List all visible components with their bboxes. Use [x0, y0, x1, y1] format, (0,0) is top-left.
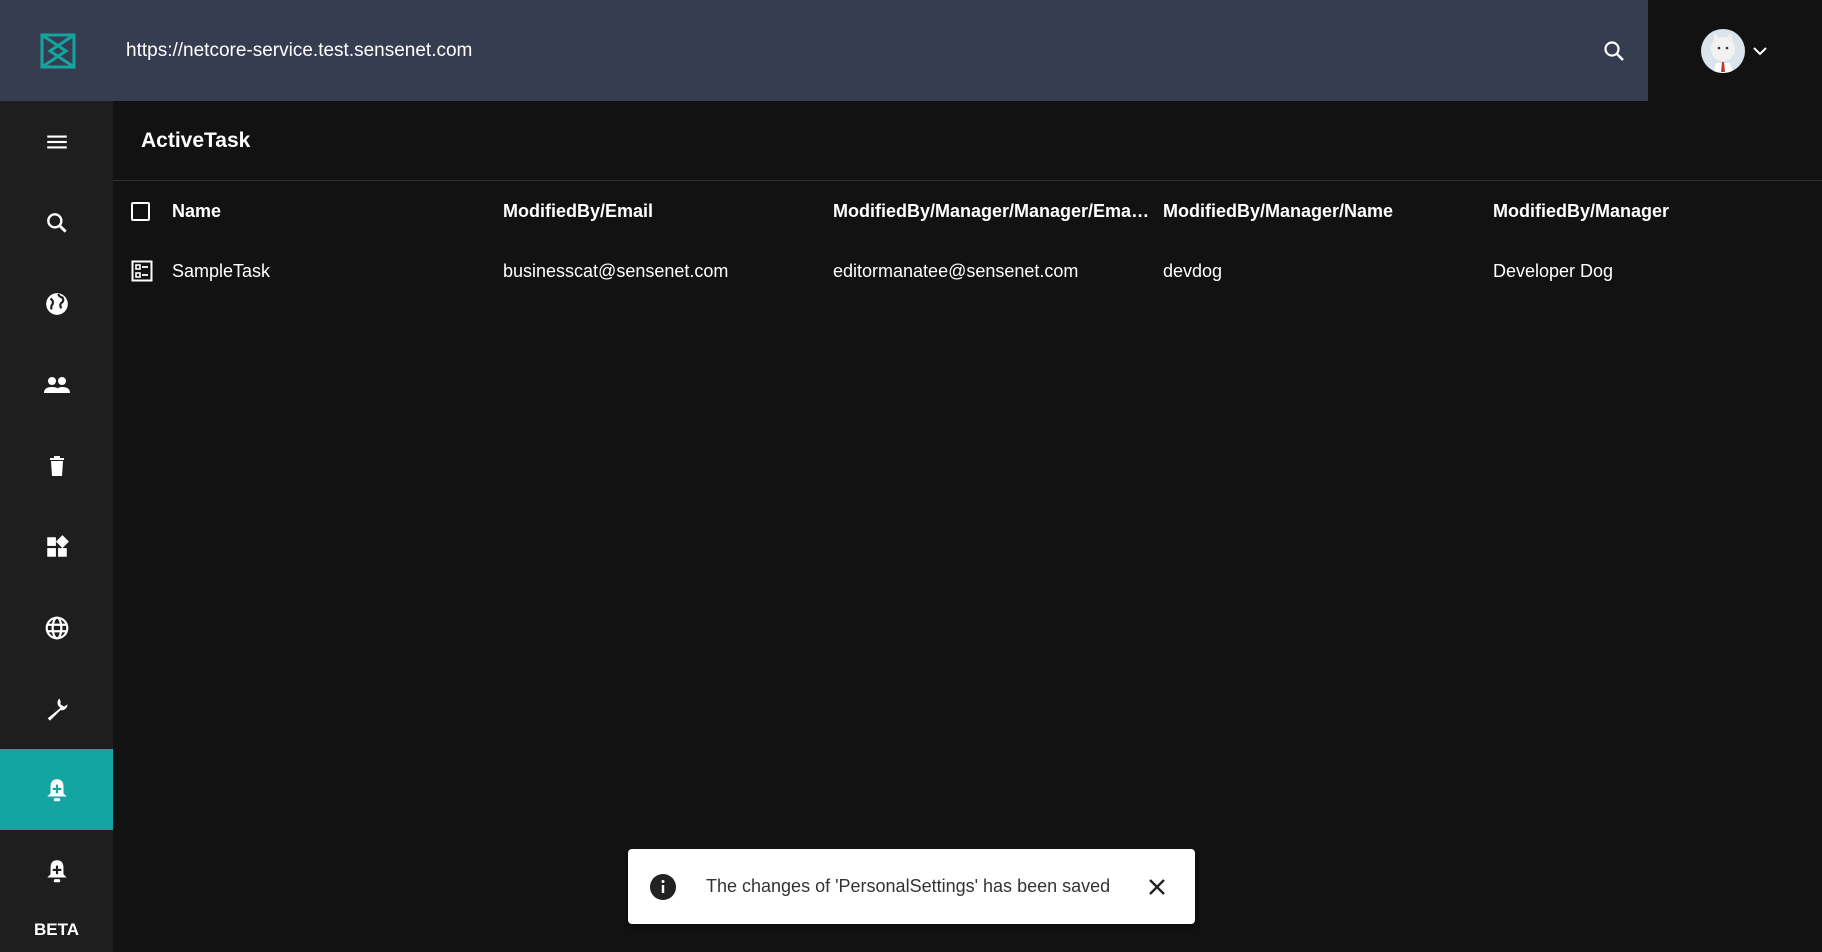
sidebar-item-custom-2[interactable] — [0, 830, 113, 911]
sidebar-item-search[interactable] — [0, 182, 113, 263]
user-menu[interactable] — [1648, 0, 1822, 101]
close-icon — [1149, 878, 1165, 895]
sidebar-item-menu[interactable] — [0, 101, 113, 182]
sidebar-item-content-types[interactable] — [0, 506, 113, 587]
sidebar-item-setup[interactable] — [0, 668, 113, 749]
column-header-email[interactable]: ModifiedBy/Email — [503, 181, 653, 241]
menu-icon — [46, 135, 67, 148]
sidebar: BETA — [0, 101, 113, 952]
trash-icon — [49, 455, 64, 476]
page-title: ActiveTask — [141, 129, 251, 152]
table-header: Name ModifiedBy/Email ModifiedBy/Manager… — [113, 181, 1822, 241]
content-table: Name ModifiedBy/Email ModifiedBy/Manager… — [113, 181, 1822, 301]
search-icon — [46, 212, 67, 233]
url-text: https://netcore-service.test.sensenet.co… — [126, 39, 473, 61]
search-icon — [1604, 41, 1624, 61]
users-icon — [43, 376, 70, 393]
top-bar: https://netcore-service.test.sensenet.co… — [0, 0, 1648, 101]
widgets-icon — [46, 534, 69, 557]
column-header-manager-name[interactable]: ModifiedBy/Manager/Name — [1163, 181, 1393, 241]
column-header-name[interactable]: Name — [172, 181, 221, 241]
snackbar-message: The changes of 'PersonalSettings' has be… — [706, 876, 1111, 896]
avatar[interactable] — [1701, 28, 1745, 73]
chevron-down-icon[interactable] — [1751, 42, 1769, 60]
main-content: ActiveTask Name ModifiedBy/Email Modifie… — [113, 101, 1822, 952]
search-button[interactable] — [1594, 31, 1634, 71]
snackbar: The changes of 'PersonalSettings' has be… — [628, 849, 1195, 924]
notification-add-icon — [46, 778, 67, 801]
wrench-icon — [47, 698, 68, 721]
beta-label: BETA — [33, 920, 79, 939]
sidebar-item-content[interactable] — [0, 263, 113, 344]
sidebar-item-users[interactable] — [0, 344, 113, 425]
sensenet-logo[interactable] — [0, 0, 116, 101]
select-all-checkbox[interactable] — [131, 181, 161, 241]
globe-icon — [45, 616, 68, 639]
cell-email: businesscat@sensenet.com — [503, 260, 729, 281]
column-header-manager-manager-email[interactable]: ModifiedBy/Manager/Manager/Email... — [833, 181, 1153, 241]
snackbar-close-button[interactable] — [1137, 867, 1177, 907]
sidebar-item-custom-1[interactable] — [0, 749, 113, 830]
column-header-manager[interactable]: ModifiedBy/Manager — [1493, 181, 1669, 241]
cell-manager-manager-email: editormanatee@sensenet.com — [833, 261, 1079, 281]
task-icon[interactable] — [131, 241, 161, 301]
cell-manager-name: devdog — [1163, 260, 1223, 281]
info-icon — [650, 873, 676, 900]
sidebar-item-trash[interactable] — [0, 425, 113, 506]
cell-manager: Developer Dog — [1493, 260, 1614, 281]
public-icon — [45, 292, 68, 315]
sidebar-item-localization[interactable] — [0, 587, 113, 668]
notification-add-icon — [46, 859, 67, 882]
cell-name: SampleTask — [172, 260, 271, 281]
table-row[interactable]: SampleTask businesscat@sensenet.com edit… — [113, 241, 1822, 301]
